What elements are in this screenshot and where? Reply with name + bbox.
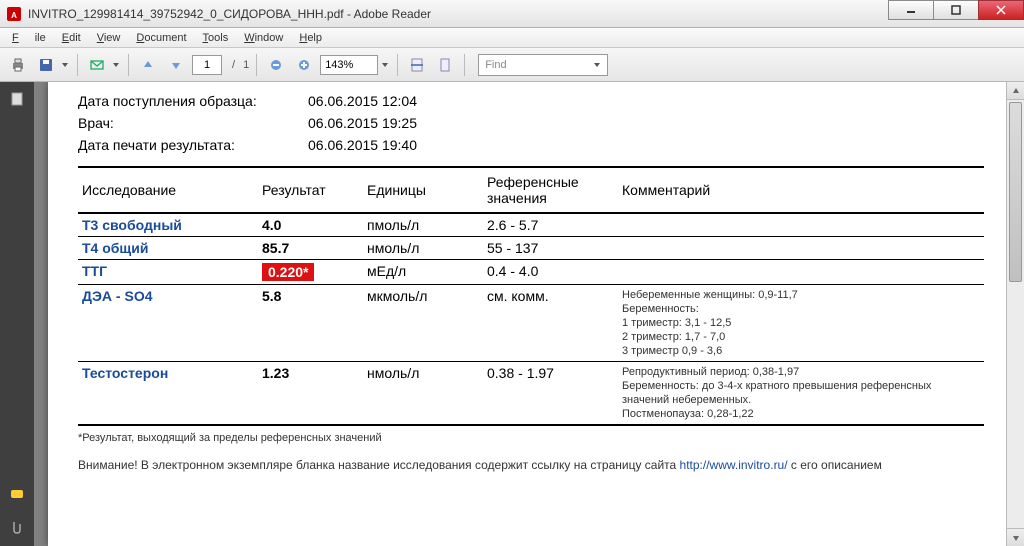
window-maximize-button[interactable] <box>933 0 979 20</box>
menu-window[interactable]: Window <box>236 30 291 46</box>
window-minimize-button[interactable] <box>888 0 934 20</box>
meta-row: Дата печати результата:06.06.2015 19:40 <box>78 134 984 156</box>
zoom-out-button[interactable] <box>264 53 288 77</box>
pages-panel-icon[interactable] <box>8 90 26 108</box>
fit-page-button[interactable] <box>433 53 457 77</box>
units-value: нмоль/л <box>363 237 483 260</box>
comment-value <box>618 213 984 237</box>
scroll-down-arrow-icon[interactable] <box>1007 528 1024 546</box>
table-row: ДЭА - SO45.8 мкмоль/лсм. комм.Небеременны… <box>78 285 984 362</box>
window-titlebar: A INVITRO_129981414_39752942_0_СИДОРОВА_… <box>0 0 1024 28</box>
print-button[interactable] <box>6 53 30 77</box>
page-total: 1 <box>243 59 249 71</box>
comments-panel-icon[interactable] <box>8 486 26 504</box>
reference-value: см. комм. <box>483 285 618 362</box>
results-table: Исследование Результат Единицы Референсн… <box>78 166 984 426</box>
email-button[interactable] <box>85 53 109 77</box>
find-input[interactable]: Find <box>478 54 608 76</box>
units-value: пмоль/л <box>363 213 483 237</box>
units-value: мЕд/л <box>363 260 483 285</box>
save-button[interactable] <box>34 53 58 77</box>
units-value: нмоль/л <box>363 362 483 426</box>
result-value: 4.0 <box>262 217 281 233</box>
test-name-link[interactable]: Тестостерон <box>78 362 258 426</box>
zoom-level-box[interactable]: 143% <box>320 55 378 75</box>
comment-value: Репродуктивный период: 0,38-1,97Беременн… <box>618 362 984 426</box>
th-comment: Комментарий <box>618 167 984 213</box>
page-number-input[interactable] <box>192 55 222 75</box>
th-units: Единицы <box>363 167 483 213</box>
th-test: Исследование <box>78 167 258 213</box>
meta-row: Врач:06.06.2015 19:25 <box>78 112 984 134</box>
footnote-text: *Результат, выходящий за пределы референ… <box>78 432 984 444</box>
invitro-link[interactable]: http://www.invitro.ru/ <box>680 458 788 472</box>
menu-file[interactable]: File <box>4 30 54 46</box>
window-title: INVITRO_129981414_39752942_0_СИДОРОВА_НН… <box>28 7 1024 21</box>
left-rail <box>0 82 34 546</box>
page-down-button[interactable] <box>164 53 188 77</box>
menu-help[interactable]: Help <box>291 30 330 46</box>
comment-value <box>618 237 984 260</box>
menu-document[interactable]: Document <box>128 30 194 46</box>
page-separator: / <box>226 59 239 71</box>
table-row: Т3 свободный4.0 пмоль/л2.6 - 5.7 <box>78 213 984 237</box>
save-dropdown[interactable] <box>60 61 70 69</box>
test-name-link[interactable]: Т3 свободный <box>78 213 258 237</box>
menu-view[interactable]: View <box>89 30 129 46</box>
find-dropdown-icon <box>593 61 601 69</box>
th-result: Результат <box>258 167 363 213</box>
fit-width-button[interactable] <box>405 53 429 77</box>
reference-value: 0.4 - 4.0 <box>483 260 618 285</box>
email-dropdown[interactable] <box>111 61 121 69</box>
meta-row: Дата поступления образца:06.06.2015 12:0… <box>78 90 984 112</box>
page-up-button[interactable] <box>136 53 160 77</box>
result-value: 5.8 <box>262 288 281 304</box>
reference-value: 55 - 137 <box>483 237 618 260</box>
result-value: 1.23 <box>262 365 289 381</box>
menu-edit[interactable]: Edit <box>54 30 89 46</box>
document-metadata: Дата поступления образца:06.06.2015 12:0… <box>78 90 984 156</box>
test-name-link[interactable]: ДЭА - SO4 <box>78 285 258 362</box>
svg-text:A: A <box>11 11 17 20</box>
notice-text: Внимание! В электронном экземпляре бланк… <box>78 458 984 472</box>
table-row: Т4 общий85.7 нмоль/л55 - 137 <box>78 237 984 260</box>
menu-bar: File Edit View Document Tools Window Hel… <box>0 28 1024 48</box>
comment-value <box>618 260 984 285</box>
units-value: мкмоль/л <box>363 285 483 362</box>
scrollbar-thumb[interactable] <box>1009 102 1022 282</box>
table-row: Тестостерон1.23 нмоль/л0.38 - 1.97Репроду… <box>78 362 984 426</box>
reference-value: 2.6 - 5.7 <box>483 213 618 237</box>
result-value-flagged: 0.220* <box>262 263 314 281</box>
scroll-up-arrow-icon[interactable] <box>1007 82 1024 100</box>
window-close-button[interactable] <box>978 0 1024 20</box>
reference-value: 0.38 - 1.97 <box>483 362 618 426</box>
test-name-link[interactable]: ТТГ <box>78 260 258 285</box>
pdf-file-icon: A <box>6 6 22 22</box>
menu-tools[interactable]: Tools <box>195 30 237 46</box>
vertical-scrollbar[interactable] <box>1006 82 1024 546</box>
document-viewport: Дата поступления образца:06.06.2015 12:0… <box>34 82 1024 546</box>
toolbar: / 1 143% Find <box>0 48 1024 82</box>
zoom-in-button[interactable] <box>292 53 316 77</box>
table-row: ТТГ0.220* мЕд/л0.4 - 4.0 <box>78 260 984 285</box>
pdf-page: Дата поступления образца:06.06.2015 12:0… <box>48 82 1014 546</box>
th-reference: Референсные значения <box>483 167 618 213</box>
zoom-dropdown[interactable] <box>380 61 390 69</box>
result-value: 85.7 <box>262 240 289 256</box>
table-header-row: Исследование Результат Единицы Референсн… <box>78 167 984 213</box>
attachments-panel-icon[interactable] <box>8 518 26 536</box>
comment-value: Небеременные женщины: 0,9-11,7Беременнос… <box>618 285 984 362</box>
test-name-link[interactable]: Т4 общий <box>78 237 258 260</box>
